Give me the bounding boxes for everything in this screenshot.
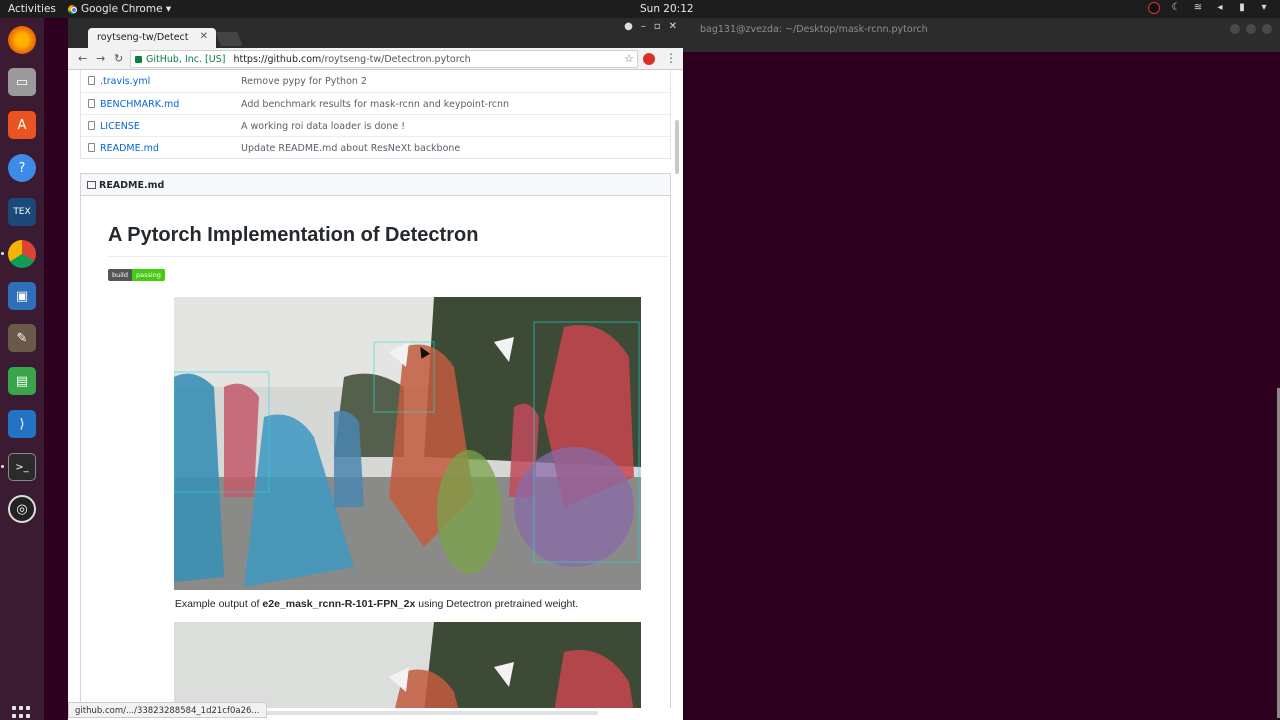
- wifi-icon[interactable]: ≋: [1192, 2, 1204, 14]
- activities-button[interactable]: Activities: [8, 3, 56, 15]
- chrome-window[interactable]: roytseng-tw/Detect ✕ ● – ▫ ✕ ← → ↻ GitHu…: [68, 18, 683, 720]
- page-scrollbar[interactable]: [673, 70, 681, 720]
- tab-strip: roytseng-tw/Detect ✕ ● – ▫ ✕: [68, 18, 683, 48]
- active-indicator: [1, 465, 4, 468]
- close-icon[interactable]: [1262, 24, 1272, 34]
- file-icon: [88, 76, 95, 85]
- readme-panel: README.md A Pytorch Implementation of De…: [80, 173, 671, 708]
- forward-icon[interactable]: →: [96, 52, 105, 65]
- url-host: https://github.com: [233, 53, 322, 65]
- power-menu-icon[interactable]: ▾: [1258, 2, 1270, 14]
- volume-icon[interactable]: ◂: [1214, 2, 1226, 14]
- terminal-window-controls[interactable]: [1230, 24, 1272, 34]
- maximize-icon[interactable]: [1246, 24, 1256, 34]
- tab-title: roytseng-tw/Detect: [97, 32, 189, 43]
- example-output-image-2[interactable]: [174, 622, 641, 708]
- file-icon: [88, 143, 95, 152]
- night-light-icon[interactable]: ☾: [1170, 2, 1182, 14]
- tab-github[interactable]: roytseng-tw/Detect ✕: [88, 28, 216, 48]
- commit-message-link[interactable]: Remove pypy for Python 2: [241, 76, 367, 87]
- maximize-icon[interactable]: ▫: [654, 21, 661, 32]
- chrome-window-controls[interactable]: ● – ▫ ✕: [624, 21, 677, 32]
- obs-icon[interactable]: ◎: [8, 495, 36, 523]
- horizontal-scrollbar[interactable]: [218, 711, 598, 715]
- bookmark-star-icon[interactable]: ☆: [624, 52, 634, 65]
- extension-icon[interactable]: [643, 53, 655, 65]
- book-icon: [87, 181, 96, 189]
- active-indicator: [1, 252, 4, 255]
- file-row: LICENSE A working roi data loader is don…: [81, 114, 670, 136]
- file-list: .travis.yml Remove pypy for Python 2 BEN…: [80, 70, 671, 159]
- page-content: .travis.yml Remove pypy for Python 2 BEN…: [80, 70, 671, 708]
- example-output-image[interactable]: [174, 297, 641, 590]
- gimp-icon[interactable]: ✎: [8, 324, 36, 352]
- calc-icon[interactable]: ▤: [8, 367, 36, 395]
- reload-icon[interactable]: ↻: [114, 52, 123, 65]
- chrome-icon: [68, 4, 77, 14]
- status-bubble: github.com/.../33823288584_1d21cf0a26...: [68, 702, 267, 718]
- image-caption: Example output of e2e_mask_rcnn-R-101-FP…: [81, 598, 671, 610]
- url-path: /roytseng-tw/Detectron.pytorch: [321, 53, 471, 65]
- show-apps-icon[interactable]: [12, 706, 32, 720]
- address-bar[interactable]: GitHub, Inc. [US] https://github.com /ro…: [130, 50, 638, 68]
- app-menu[interactable]: Google Chrome ▾: [68, 3, 171, 15]
- readme-header: README.md: [81, 174, 670, 196]
- file-icon: [88, 121, 95, 130]
- file-row: BENCHMARK.md Add benchmark results for m…: [81, 92, 670, 114]
- file-name-link[interactable]: BENCHMARK.md: [100, 99, 179, 110]
- app-menu-label: Google Chrome ▾: [81, 3, 172, 15]
- file-name-link[interactable]: .travis.yml: [100, 76, 150, 87]
- commit-message-link[interactable]: A working roi data loader is done !: [241, 121, 405, 132]
- terminal-title: bag131@zvezda: ~/Desktop/mask-rcnn.pytor…: [683, 18, 1280, 52]
- minimize-icon[interactable]: [1230, 24, 1240, 34]
- profile-icon[interactable]: ●: [624, 21, 633, 32]
- file-name-link[interactable]: LICENSE: [100, 121, 140, 132]
- build-badge[interactable]: build passing: [108, 269, 165, 281]
- file-row: README.md Update README.md about ResNeXt…: [81, 136, 670, 158]
- chrome-dock-icon[interactable]: [8, 240, 36, 268]
- browser-toolbar: ← → ↻ GitHub, Inc. [US] https://github.c…: [68, 48, 683, 70]
- badge-status: passing: [131, 269, 165, 281]
- dock: ▭ A ? TEX ▣ ✎ ▤ ⟩ >_ ◎: [0, 18, 44, 720]
- badge-label: build: [108, 269, 132, 281]
- record-icon[interactable]: [1148, 2, 1160, 14]
- caption-model: e2e_mask_rcnn-R-101-FPN_2x: [262, 598, 416, 610]
- software-icon[interactable]: A: [8, 111, 36, 139]
- battery-icon[interactable]: ▮: [1236, 2, 1248, 14]
- system-tray[interactable]: ☾ ≋ ◂ ▮ ▾: [1148, 2, 1270, 14]
- close-icon[interactable]: ✕: [669, 21, 677, 32]
- help-icon[interactable]: ?: [8, 154, 36, 182]
- minimize-icon[interactable]: –: [641, 21, 646, 32]
- tab-close-icon[interactable]: ✕: [200, 31, 208, 42]
- caption-suffix: using Detectron pretrained weight.: [415, 598, 579, 610]
- package-icon[interactable]: ▣: [8, 282, 36, 310]
- texstudio-icon[interactable]: TEX: [8, 198, 36, 226]
- files-icon[interactable]: ▭: [8, 68, 36, 96]
- vscode-icon[interactable]: ⟩: [8, 410, 36, 438]
- divider: [108, 256, 668, 257]
- terminal-window[interactable]: bag131@zvezda: ~/Desktop/mask-rcnn.pytor…: [683, 18, 1280, 720]
- commit-message-link[interactable]: Add benchmark results for mask-rcnn and …: [241, 99, 509, 110]
- scrollbar-thumb[interactable]: [675, 120, 679, 174]
- commit-message-link[interactable]: Update README.md about ResNeXt backbone: [241, 143, 460, 154]
- secure-label: GitHub, Inc. [US]: [146, 53, 226, 65]
- file-row: .travis.yml Remove pypy for Python 2: [81, 70, 670, 92]
- readme-header-label: README.md: [99, 180, 165, 191]
- file-icon: [88, 99, 95, 108]
- chrome-menu-icon[interactable]: ⋮: [665, 51, 677, 65]
- top-panel: Activities Google Chrome ▾ Sun 20:12 ☾ ≋…: [0, 0, 1280, 18]
- lock-icon: [135, 55, 142, 63]
- back-icon[interactable]: ←: [78, 52, 87, 65]
- file-name-link[interactable]: README.md: [100, 143, 159, 154]
- readme-title: A Pytorch Implementation of Detectron: [108, 224, 479, 246]
- clock[interactable]: Sun 20:12: [640, 3, 694, 15]
- new-tab-button[interactable]: [215, 32, 243, 46]
- caption-prefix: Example output of: [174, 598, 263, 610]
- terminal-icon[interactable]: >_: [8, 453, 36, 481]
- firefox-icon[interactable]: [8, 26, 36, 54]
